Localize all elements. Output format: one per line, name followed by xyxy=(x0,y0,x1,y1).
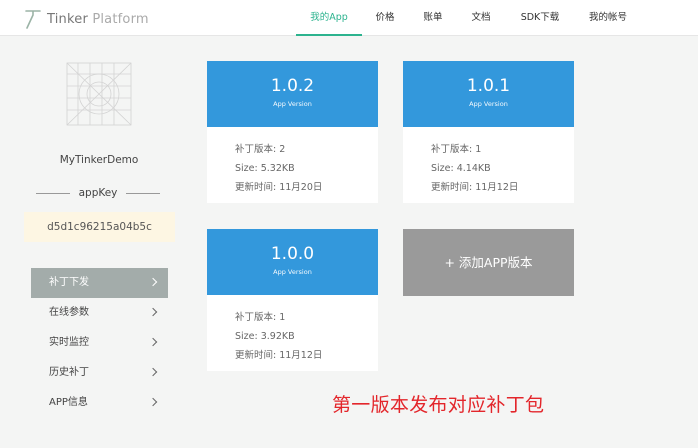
version-card-1-0-2[interactable]: 1.0.2 App Version 补丁版本: 2 Size: 5.32KB 更… xyxy=(207,61,378,203)
top-header: Tinker Platform 我的App 价格 账单 文档 SDK下载 我的帐… xyxy=(0,0,698,36)
version-subtitle: App Version xyxy=(469,100,508,108)
version-card-details: 补丁版本: 2 Size: 5.32KB 更新时间: 11月20日 xyxy=(207,127,378,203)
nav-my-app-label: 我的App xyxy=(310,12,348,23)
version-card-1-0-0[interactable]: 1.0.0 App Version 补丁版本: 1 Size: 3.92KB 更… xyxy=(207,229,378,371)
appkey-value: d5d1c96215a04b5c xyxy=(24,212,175,242)
sidebar-item-online-params[interactable]: 在线参数 xyxy=(31,298,168,328)
chevron-right-icon xyxy=(148,397,158,407)
version-card-header: 1.0.0 App Version xyxy=(207,229,378,295)
nav-sdk-download[interactable]: SDK下载 xyxy=(516,0,564,36)
appkey-divider: appKey xyxy=(36,186,160,200)
version-card-header: 1.0.2 App Version xyxy=(207,61,378,127)
patch-version: 补丁版本: 1 xyxy=(431,144,482,155)
version-subtitle: App Version xyxy=(273,268,312,276)
sidebar-item-patch-release[interactable]: 补丁下发 xyxy=(31,268,168,298)
sidebar-item-patch-history[interactable]: 历史补丁 xyxy=(31,358,168,388)
logo-brand: Tinker xyxy=(47,11,88,27)
version-number: 1.0.0 xyxy=(270,244,315,264)
patch-size: Size: 5.32KB xyxy=(235,163,295,174)
sidebar-item-label: 历史补丁 xyxy=(49,367,89,378)
app-name: MyTinkerDemo xyxy=(59,154,139,166)
version-number: 1.0.2 xyxy=(270,76,315,96)
update-time: 更新时间: 11月12日 xyxy=(235,350,323,361)
add-app-version-button[interactable]: + 添加APP版本 xyxy=(403,229,574,296)
version-card-details: 补丁版本: 1 Size: 3.92KB 更新时间: 11月12日 xyxy=(207,295,378,371)
chevron-right-icon xyxy=(148,307,158,317)
patch-version: 补丁版本: 2 xyxy=(235,144,286,155)
logo-text: Tinker Platform xyxy=(47,12,149,27)
chevron-right-icon xyxy=(148,337,158,347)
nav-billing[interactable]: 账单 xyxy=(420,0,446,36)
sidebar-item-label: 补丁下发 xyxy=(49,277,89,288)
chevron-right-icon xyxy=(148,277,158,287)
app-icon xyxy=(66,62,132,126)
sidebar-item-label: 实时监控 xyxy=(49,337,89,348)
nav-docs[interactable]: 文档 xyxy=(468,0,494,36)
annotation-text: 第一版本发布对应补丁包 xyxy=(332,394,545,416)
sidebar-item-label: 在线参数 xyxy=(49,307,89,318)
sidebar-item-label: APP信息 xyxy=(49,397,88,408)
version-number: 1.0.1 xyxy=(466,76,511,96)
sidebar-item-app-info[interactable]: APP信息 xyxy=(31,388,168,418)
chevron-right-icon xyxy=(148,367,158,377)
update-time: 更新时间: 11月12日 xyxy=(431,182,519,193)
version-card-1-0-1[interactable]: 1.0.1 App Version 补丁版本: 1 Size: 4.14KB 更… xyxy=(403,61,574,203)
version-subtitle: App Version xyxy=(273,100,312,108)
tinker-logo-icon xyxy=(25,10,41,29)
patch-version: 补丁版本: 1 xyxy=(235,312,286,323)
patch-size: Size: 4.14KB xyxy=(431,163,491,174)
nav-pricing[interactable]: 价格 xyxy=(372,0,398,36)
nav-active-underline xyxy=(296,34,362,36)
logo-suffix: Platform xyxy=(88,11,149,27)
logo[interactable]: Tinker Platform xyxy=(24,8,149,30)
nav-my-app[interactable]: 我的App xyxy=(296,0,362,36)
version-card-header: 1.0.1 App Version xyxy=(403,61,574,127)
divider-line-right xyxy=(126,193,160,194)
sidebar-item-realtime-monitor[interactable]: 实时监控 xyxy=(31,328,168,358)
patch-size: Size: 3.92KB xyxy=(235,331,295,342)
version-card-details: 补丁版本: 1 Size: 4.14KB 更新时间: 11月12日 xyxy=(403,127,574,203)
nav-my-account[interactable]: 我的帐号 xyxy=(586,0,630,36)
update-time: 更新时间: 11月20日 xyxy=(235,182,323,193)
sidebar-menu: 补丁下发 在线参数 实时监控 历史补丁 APP信息 xyxy=(31,268,168,418)
